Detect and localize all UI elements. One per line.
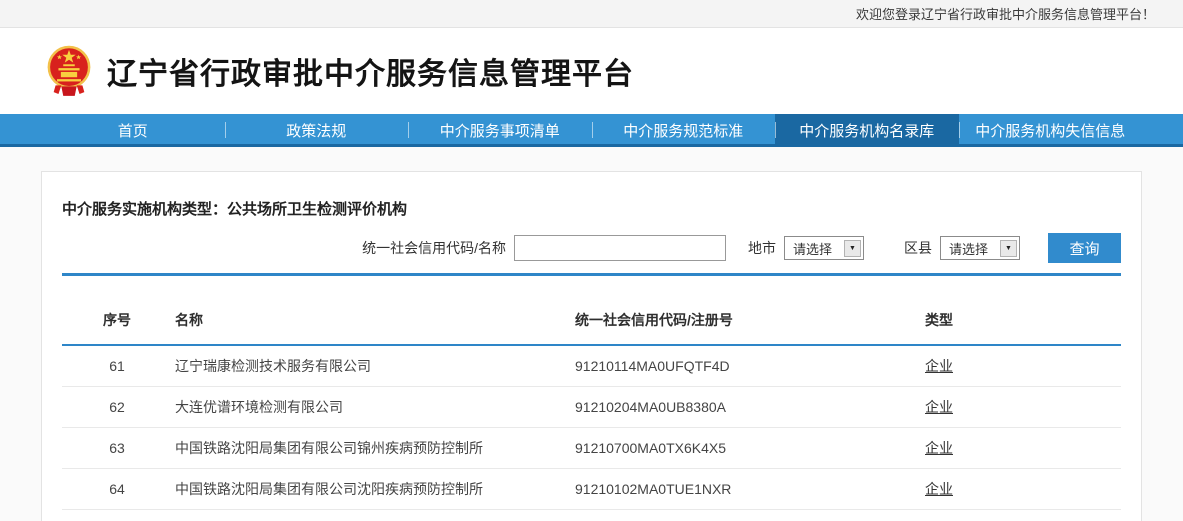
district-label: 区县 (904, 238, 932, 258)
table-row: 65 丹东中蓝环境检测有限公司 91210603MA0TU9KY9D 企业 (62, 509, 1121, 521)
divider (62, 273, 1121, 276)
search-form: 统一社会信用代码/名称 地市 请选择 ▼ 区县 请选择 ▼ 查询 (62, 233, 1121, 263)
chevron-down-icon[interactable]: ▼ (1000, 240, 1017, 257)
table-row: 62 大连优谱环境检测有限公司 91210204MA0UB8380A 企业 (62, 386, 1121, 427)
section-title: 中介服务实施机构类型：公共场所卫生检测评价机构 (62, 198, 1121, 219)
type-link[interactable]: 企业 (925, 481, 953, 497)
code-cell: 91210102MA0TUE1NXR (572, 468, 872, 509)
city-label: 地市 (748, 238, 776, 258)
table-row: 64 中国铁路沈阳局集团有限公司沈阳疾病预防控制所 91210102MA0TUE… (62, 468, 1121, 509)
code-cell: 91210603MA0TU9KY9D (572, 509, 872, 521)
header-code: 统一社会信用代码/注册号 (572, 310, 872, 345)
nav-item-agency-dishonesty[interactable]: 中介服务机构失信信息 (959, 114, 1143, 147)
main-nav: 首页 政策法规 中介服务事项清单 中介服务规范标准 中介服务机构名录库 中介服务… (0, 114, 1183, 147)
nav-item-service-standards[interactable]: 中介服务规范标准 (592, 114, 776, 147)
name-cell: 中国铁路沈阳局集团有限公司沈阳疾病预防控制所 (172, 468, 572, 509)
content-panel: 中介服务实施机构类型：公共场所卫生检测评价机构 统一社会信用代码/名称 地市 请… (41, 171, 1142, 521)
agency-table: 序号 名称 统一社会信用代码/注册号 类型 61 辽宁瑞康检测技术服务有限公司 … (62, 310, 1121, 521)
top-welcome-bar: 欢迎您登录辽宁省行政审批中介服务信息管理平台！ (0, 0, 1183, 28)
code-cell: 91210204MA0UB8380A (572, 386, 872, 427)
page-title: 辽宁省行政审批中介服务信息管理平台 (107, 49, 634, 93)
query-button[interactable]: 查询 (1048, 233, 1121, 263)
nav-item-policies[interactable]: 政策法规 (225, 114, 409, 147)
table-header-row: 序号 名称 统一社会信用代码/注册号 类型 (62, 310, 1121, 345)
code-cell: 91210700MA0TX6K4X5 (572, 427, 872, 468)
seq-cell: 65 (62, 509, 172, 521)
table-row: 63 中国铁路沈阳局集团有限公司锦州疾病预防控制所 91210700MA0TX6… (62, 427, 1121, 468)
nav-item-home[interactable]: 首页 (41, 114, 225, 147)
city-select-value: 请选择 (785, 239, 844, 258)
header-seq: 序号 (62, 310, 172, 345)
district-select[interactable]: 请选择 ▼ (940, 236, 1020, 260)
seq-cell: 61 (62, 345, 172, 386)
type-link[interactable]: 企业 (925, 358, 953, 374)
city-select[interactable]: 请选择 ▼ (784, 236, 864, 260)
seq-cell: 63 (62, 427, 172, 468)
credit-code-label: 统一社会信用代码/名称 (362, 238, 506, 258)
name-cell: 大连优谱环境检测有限公司 (172, 386, 572, 427)
national-emblem-icon (46, 42, 92, 100)
header-name: 名称 (172, 310, 572, 345)
header-type: 类型 (872, 310, 1121, 345)
district-select-value: 请选择 (941, 239, 1000, 258)
type-link[interactable]: 企业 (925, 440, 953, 456)
credit-code-input[interactable] (514, 235, 726, 261)
seq-cell: 64 (62, 468, 172, 509)
name-cell: 中国铁路沈阳局集团有限公司锦州疾病预防控制所 (172, 427, 572, 468)
table-row: 61 辽宁瑞康检测技术服务有限公司 91210114MA0UFQTF4D 企业 (62, 345, 1121, 386)
seq-cell: 62 (62, 386, 172, 427)
nav-item-agency-directory[interactable]: 中介服务机构名录库 (775, 114, 959, 147)
code-cell: 91210114MA0UFQTF4D (572, 345, 872, 386)
name-cell: 辽宁瑞康检测技术服务有限公司 (172, 345, 572, 386)
chevron-down-icon[interactable]: ▼ (844, 240, 861, 257)
name-cell: 丹东中蓝环境检测有限公司 (172, 509, 572, 521)
welcome-text: 欢迎您登录辽宁省行政审批中介服务信息管理平台！ (856, 4, 1155, 23)
nav-item-service-list[interactable]: 中介服务事项清单 (408, 114, 592, 147)
site-header: 辽宁省行政审批中介服务信息管理平台 (0, 28, 1183, 114)
type-link[interactable]: 企业 (925, 399, 953, 415)
